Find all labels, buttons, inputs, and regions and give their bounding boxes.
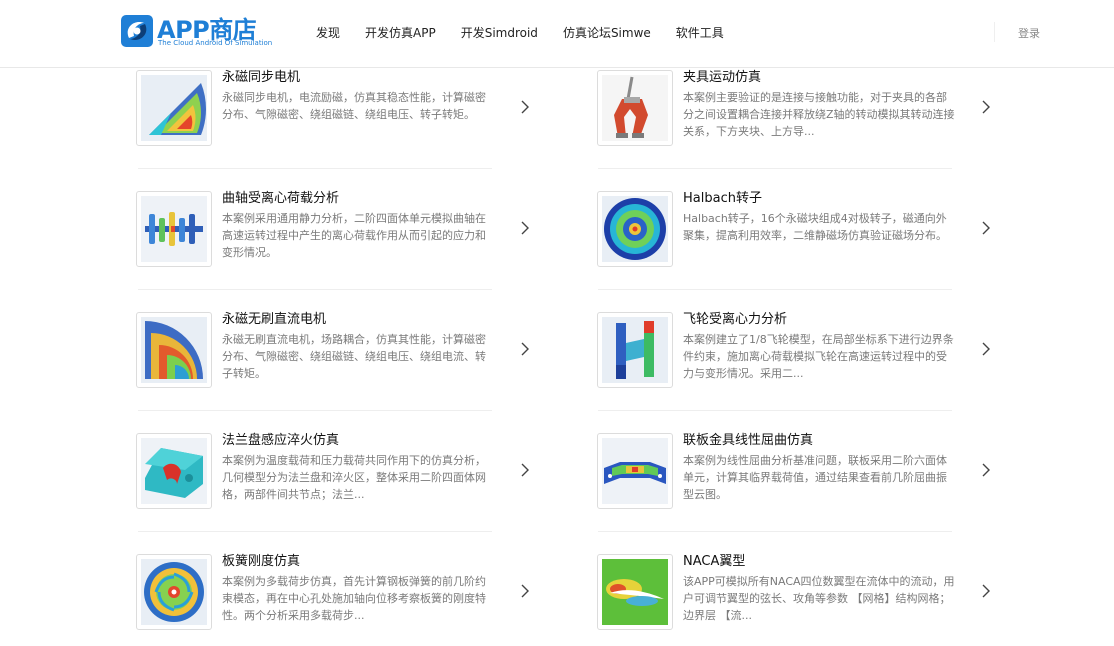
card-title: 联板金具线性屈曲仿真 [683, 433, 814, 448]
app-card[interactable]: 飞轮受离心力分析 本案例建立了1/8飞轮模型，在局部坐标系下进行边界条件约束，施… [597, 312, 997, 390]
app-card[interactable]: 夹具运动仿真 本案例主要验证的是连接与接触功能，对于夹具的各部分之间设置耦合连接… [597, 70, 997, 148]
motor-sector-thumbnail [136, 70, 212, 146]
card-description: 本案例为温度载荷和压力载荷共同作用下的仿真分析，几何模型分为法兰盘和淬火区，整体… [222, 454, 486, 501]
chevron-right-icon[interactable] [519, 218, 531, 238]
app-card[interactable]: 法兰盘感应淬火仿真 本案例为温度载荷和压力载荷共同作用下的仿真分析，几何模型分为… [136, 433, 536, 511]
app-card[interactable]: 板簧刚度仿真 本案例为多载荷步仿真，首先计算钢板弹簧的前几阶约束模态，再在中心孔… [136, 554, 536, 632]
card-title: 曲轴受离心荷载分析 [222, 191, 340, 206]
row-divider [598, 289, 952, 290]
flywheel-thumbnail [597, 312, 673, 388]
yoke-plate-thumbnail [597, 433, 673, 509]
chevron-right-icon[interactable] [519, 581, 531, 601]
chevron-right-icon[interactable] [519, 339, 531, 359]
card-description: 永磁无刷直流电机，场路耦合，仿真其性能，计算磁密分布、气隙磁密、绕组磁链、绕组电… [222, 333, 486, 380]
chevron-right-icon[interactable] [980, 339, 992, 359]
leaf-spring-thumbnail [136, 554, 212, 630]
login-link[interactable]: 登录 [1018, 25, 1040, 41]
card-title: 夹具运动仿真 [683, 70, 762, 85]
row-divider [138, 531, 492, 532]
nav-forum-simwe[interactable]: 仿真论坛Simwe [563, 24, 651, 42]
app-card[interactable]: 联板金具线性屈曲仿真 本案例为线性屈曲分析基准问题，联板采用二阶六面体单元，计算… [597, 433, 997, 511]
halbach-rotor-thumbnail [597, 191, 673, 267]
app-list: 永磁同步电机 永磁同步电机，电流励磁，仿真其稳态性能，计算磁密分布、气隙磁密、绕… [0, 0, 1114, 646]
naca-airfoil-thumbnail [597, 554, 673, 630]
card-description: Halbach转子，16个永磁块组成4对极转子，磁通向外聚集，提高利用效率，二维… [683, 212, 947, 242]
row-divider [598, 410, 952, 411]
row-divider [138, 289, 492, 290]
card-description: 本案例为线性屈曲分析基准问题，联板采用二阶六面体单元，计算其临界载荷值，通过结果… [683, 454, 947, 501]
card-title: 板簧刚度仿真 [222, 554, 301, 569]
chevron-right-icon[interactable] [980, 218, 992, 238]
app-card[interactable]: 曲轴受离心荷载分析 本案例采用通用静力分析，二阶四面体单元模拟曲轴在高速运转过程… [136, 191, 536, 269]
app-card[interactable]: Halbach转子 Halbach转子，16个永磁块组成4对极转子，磁通向外聚集… [597, 191, 997, 269]
header-divider [994, 22, 995, 42]
card-title: 法兰盘感应淬火仿真 [222, 433, 340, 448]
app-card[interactable]: 永磁无刷直流电机 永磁无刷直流电机，场路耦合，仿真其性能，计算磁密分布、气隙磁密… [136, 312, 536, 390]
app-store-logo[interactable]: APP商店 The Cloud Android Of Simulation [120, 12, 272, 52]
row-divider [598, 531, 952, 532]
nav-develop-simdroid[interactable]: 开发Simdroid [461, 24, 538, 42]
row-divider [598, 168, 952, 169]
logo-subtitle: The Cloud Android Of Simulation [158, 39, 273, 47]
app-card[interactable]: NACA翼型 该APP可模拟所有NACA四位数翼型在流体中的流动，用户可调节翼型… [597, 554, 997, 632]
nav-develop-app[interactable]: 开发仿真APP [365, 24, 436, 42]
card-description: 本案例主要验证的是连接与接触功能，对于夹具的各部分之间设置耦合连接并释放绕Z轴的… [683, 91, 955, 138]
flange-thumbnail [136, 433, 212, 509]
card-description: 永磁同步电机，电流励磁，仿真其稳态性能，计算磁密分布、气隙磁密、绕组磁链、绕组电… [222, 91, 486, 121]
nav-software-tools[interactable]: 软件工具 [676, 24, 724, 42]
top-header: APP商店 The Cloud Android Of Simulation 发现… [0, 0, 1114, 68]
chevron-right-icon[interactable] [519, 97, 531, 117]
chevron-right-icon[interactable] [980, 97, 992, 117]
chevron-right-icon[interactable] [980, 581, 992, 601]
app-card[interactable]: 永磁同步电机 永磁同步电机，电流励磁，仿真其稳态性能，计算磁密分布、气隙磁密、绕… [136, 70, 536, 148]
card-description: 本案例建立了1/8飞轮模型，在局部坐标系下进行边界条件约束，施加离心荷载模拟飞轮… [683, 333, 954, 380]
card-title: 永磁无刷直流电机 [222, 312, 327, 327]
chevron-right-icon[interactable] [519, 460, 531, 480]
logo-swirl-icon [121, 15, 153, 47]
card-description: 本案例为多载荷步仿真，首先计算钢板弹簧的前几阶约束模态，再在中心孔处施加轴向位移… [222, 575, 486, 622]
card-description: 该APP可模拟所有NACA四位数翼型在流体中的流动，用户可调节翼型的弦长、攻角等… [683, 575, 955, 622]
crankshaft-thumbnail [136, 191, 212, 267]
card-title: Halbach转子 [683, 191, 762, 206]
clamp-thumbnail [597, 70, 673, 146]
row-divider [138, 168, 492, 169]
card-title: NACA翼型 [683, 554, 746, 569]
card-description: 本案例采用通用静力分析，二阶四面体单元模拟曲轴在高速运转过程中产生的离心荷载作用… [222, 212, 486, 259]
chevron-right-icon[interactable] [980, 460, 992, 480]
nav-discover[interactable]: 发现 [316, 24, 340, 42]
card-title: 飞轮受离心力分析 [683, 312, 788, 327]
row-divider [138, 410, 492, 411]
main-nav: 发现 开发仿真APP 开发Simdroid 仿真论坛Simwe 软件工具 [316, 24, 749, 42]
card-title: 永磁同步电机 [222, 70, 301, 85]
bldc-motor-thumbnail [136, 312, 212, 388]
